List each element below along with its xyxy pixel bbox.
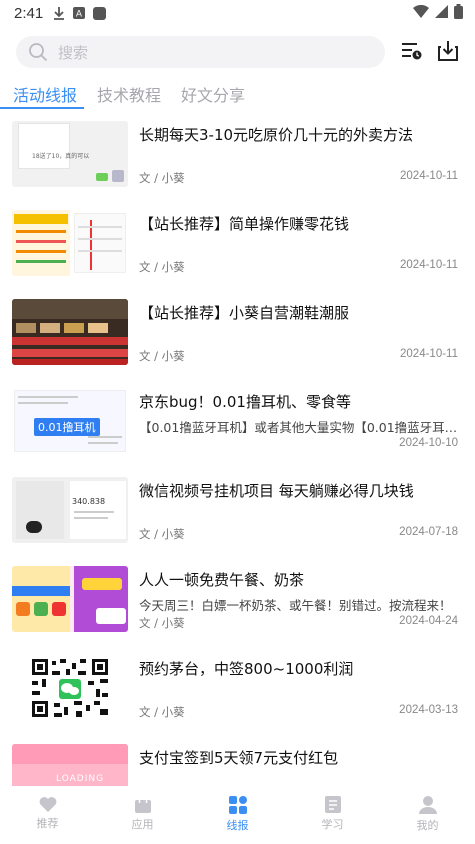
thumb-loading-text: LOADING xyxy=(56,774,105,784)
tab-tech-tutorials[interactable]: 技术教程 xyxy=(97,82,161,106)
nav-learn[interactable]: 学习 xyxy=(285,786,380,844)
article-thumbnail xyxy=(12,299,128,365)
article-title: 【站长推荐】小葵自营潮鞋潮服 xyxy=(139,304,350,322)
qr-code-icon xyxy=(30,657,110,719)
battery-icon xyxy=(454,4,463,19)
article-author: 文 / 小葵 xyxy=(139,705,185,719)
download-icon xyxy=(54,7,65,20)
history-list-button[interactable] xyxy=(398,37,426,65)
article-summary: 今天周三！白嫖一杯奶茶、或午餐！别错过。按流程来！ xyxy=(139,598,452,613)
search-icon xyxy=(29,43,48,62)
article-item[interactable]: 预约茅台，中签800~1000利润 文 / 小葵 2024-03-13 xyxy=(0,647,475,735)
active-tab-indicator xyxy=(0,107,84,109)
article-date: 2024-10-11 xyxy=(400,259,458,271)
signal-icon xyxy=(435,5,448,18)
grid-icon xyxy=(228,796,247,814)
article-summary: 【0.01撸蓝牙耳机】或者其他大量实物【0.01撸蓝牙耳机… xyxy=(139,420,461,435)
search-row: 搜索 xyxy=(16,35,461,69)
bottom-navigation: 推荐 应用 线报 学习 我的 xyxy=(0,786,475,844)
article-item[interactable]: 【站长推荐】简单操作赚零花钱 文 / 小葵 2024-10-11 xyxy=(0,202,475,290)
thumb-amount: 340.838 xyxy=(72,497,106,506)
article-author: 文 / 小葵 xyxy=(139,527,185,541)
heart-icon xyxy=(39,797,56,812)
article-author: 文 / 小葵 xyxy=(139,616,185,630)
article-item[interactable]: 人人一顿免费午餐、奶茶 今天周三！白嫖一杯奶茶、或午餐！别错过。按流程来！ 文 … xyxy=(0,558,475,646)
article-item[interactable]: 【站长推荐】小葵自营潮鞋潮服 文 / 小葵 2024-10-11 xyxy=(0,291,475,379)
article-title: 预约茅台，中签800~1000利润 xyxy=(139,660,354,678)
article-author: 文 / 小葵 xyxy=(139,260,185,274)
app-badge-icon: A xyxy=(73,7,86,20)
list-clock-icon xyxy=(402,43,422,60)
article-item[interactable]: 0.01撸耳机 京东bug！0.01撸耳机、零食等 【0.01撸蓝牙耳机】或者其… xyxy=(0,380,475,468)
article-thumbnail xyxy=(12,566,128,632)
article-author: 文 / 小葵 xyxy=(139,349,185,363)
bag-icon xyxy=(134,796,151,813)
search-input[interactable]: 搜索 xyxy=(16,36,385,68)
nav-recommend[interactable]: 推荐 xyxy=(0,786,95,844)
article-item[interactable]: LOADING 支付宝签到5天领7元支付红包 xyxy=(0,736,475,786)
category-tabs: 活动线报 技术教程 好文分享 xyxy=(0,82,475,110)
article-date: 2024-10-11 xyxy=(400,170,458,182)
article-thumbnail: 18送了10，真的可以 xyxy=(12,121,128,187)
article-thumbnail: LOADING xyxy=(12,744,128,786)
article-date: 2024-10-10 xyxy=(399,437,458,449)
status-bar: 2:41 A xyxy=(0,0,475,26)
tab-activity-deals[interactable]: 活动线报 xyxy=(13,82,77,106)
article-title: 【站长推荐】简单操作赚零花钱 xyxy=(139,215,350,233)
article-thumbnail: 0.01撸耳机 xyxy=(12,388,128,454)
thumb-caption: 18送了10，真的可以 xyxy=(32,153,90,160)
article-thumbnail: 340.838 xyxy=(12,477,128,543)
search-placeholder: 搜索 xyxy=(58,43,89,62)
status-time: 2:41 xyxy=(14,4,44,22)
article-title: 人人一顿免费午餐、奶茶 xyxy=(139,571,305,589)
article-date: 2024-04-24 xyxy=(399,615,458,627)
article-date: 2024-07-18 xyxy=(399,526,458,538)
tab-good-articles[interactable]: 好文分享 xyxy=(181,82,245,106)
status-notification-icons: A xyxy=(53,6,107,20)
nav-label: 我的 xyxy=(416,819,439,832)
article-date: 2024-10-11 xyxy=(400,348,458,360)
nav-label: 学习 xyxy=(321,818,344,831)
download-manager-button[interactable] xyxy=(434,37,462,65)
thumb-badge: 0.01撸耳机 xyxy=(34,418,100,436)
article-item[interactable]: 340.838 微信视频号挂机项目 每天躺赚必得几块钱 文 / 小葵 2024-… xyxy=(0,469,475,557)
article-date: 2024-03-13 xyxy=(399,704,458,716)
status-system-icons xyxy=(413,4,463,19)
nav-apps[interactable]: 应用 xyxy=(95,786,190,844)
user-icon xyxy=(418,796,437,814)
article-title: 微信视频号挂机项目 每天躺赚必得几块钱 xyxy=(139,482,414,500)
article-title: 长期每天3-10元吃原价几十元的外卖方法 xyxy=(139,126,414,144)
article-thumbnail xyxy=(12,655,128,721)
nav-label: 推荐 xyxy=(36,817,59,830)
download-tray-icon xyxy=(438,41,458,61)
article-title: 京东bug！0.01撸耳机、零食等 xyxy=(139,393,351,411)
wifi-icon xyxy=(413,5,429,18)
book-icon xyxy=(324,796,341,813)
article-title: 支付宝签到5天领7元支付红包 xyxy=(139,749,339,767)
nav-label: 应用 xyxy=(131,818,154,831)
article-item[interactable]: 18送了10，真的可以 长期每天3-10元吃原价几十元的外卖方法 文 / 小葵 … xyxy=(0,113,475,201)
nav-label: 线报 xyxy=(226,819,249,832)
nav-deals[interactable]: 线报 xyxy=(190,786,285,844)
svg-text:A: A xyxy=(76,10,83,20)
nav-profile[interactable]: 我的 xyxy=(380,786,475,844)
square-app-icon xyxy=(93,6,107,20)
article-thumbnail xyxy=(12,210,128,276)
article-author: 文 / 小葵 xyxy=(139,171,185,185)
